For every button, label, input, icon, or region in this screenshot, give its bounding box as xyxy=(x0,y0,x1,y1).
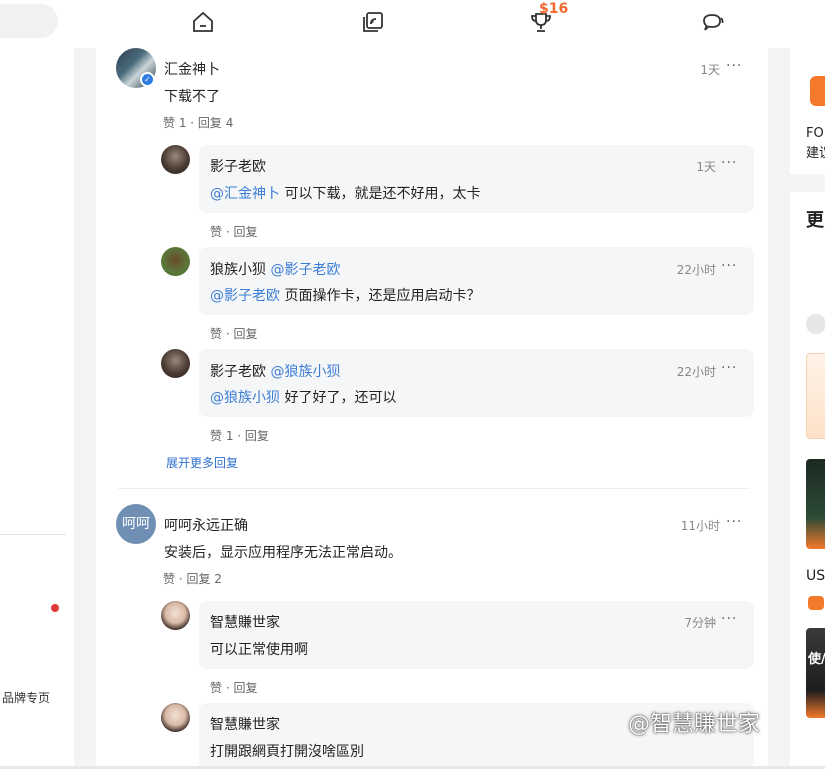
more-options-icon[interactable]: ··· xyxy=(721,258,737,274)
thumbnail[interactable] xyxy=(806,314,825,334)
left-sidebar: 品牌专页 xyxy=(0,48,74,769)
section-heading: 更 xyxy=(806,210,824,231)
like-button[interactable]: 赞 1 xyxy=(210,429,233,443)
notification-dot xyxy=(51,604,59,612)
like-button[interactable]: 赞 xyxy=(210,327,222,341)
verified-icon: ✓ xyxy=(140,72,155,87)
reply-username[interactable]: 狼族小狈 @影子老欧 xyxy=(210,259,340,279)
app-logo-icon[interactable] xyxy=(810,76,825,106)
reply-text: @影子老欧 页面操作卡，还是应用启动卡？ xyxy=(210,288,481,304)
reply-button[interactable]: 回复 xyxy=(233,327,257,341)
reward-badge: $16 xyxy=(539,1,569,17)
mention-link[interactable]: @影子老欧 xyxy=(210,288,280,304)
reply-time: 7分钟 xyxy=(684,616,716,630)
comment-text: 安装后，显示应用程序无法正常启动。 xyxy=(164,545,402,561)
reply-username[interactable]: 影子老欧 @狼族小狈 xyxy=(210,361,340,381)
comment-time: 11小时 xyxy=(680,519,720,533)
reply-button[interactable]: 回复 xyxy=(245,429,269,443)
avatar[interactable]: 呵呵 xyxy=(116,504,156,544)
reply-button[interactable]: 回复 xyxy=(233,225,257,239)
more-options-icon[interactable]: ··· xyxy=(721,155,737,171)
expand-more-replies-link[interactable]: 展开更多回复 xyxy=(166,454,238,471)
promo-banner[interactable] xyxy=(806,353,825,439)
mention-link[interactable]: @影子老欧 xyxy=(270,262,340,278)
like-button[interactable]: 赞 1 xyxy=(163,116,186,130)
comment-username[interactable]: 呵呵永远正确 xyxy=(164,515,248,535)
reply-button[interactable]: 回复 4 xyxy=(198,116,233,130)
divider xyxy=(0,534,66,535)
reply-username[interactable]: 智慧賺世家 xyxy=(210,612,280,632)
reply-text: @汇金神卜 可以下载，就是还不好用，太卡 xyxy=(210,186,481,202)
comment-username[interactable]: 汇金神卜 xyxy=(164,59,220,79)
app-logo-icon[interactable] xyxy=(808,596,824,610)
home-icon[interactable] xyxy=(190,9,216,35)
like-button[interactable]: 赞 xyxy=(210,225,222,239)
reply-actions: 赞 · 回复 xyxy=(210,681,258,695)
cast-icon[interactable] xyxy=(360,9,386,35)
reply-time: 22小时 xyxy=(676,263,716,277)
more-options-icon[interactable]: ··· xyxy=(726,514,742,530)
comment-actions: 赞 · 回复 2 xyxy=(163,572,222,586)
mention-link[interactable]: @狼族小狈 xyxy=(210,390,280,406)
reply-text: 可以正常使用啊 xyxy=(210,642,308,658)
avatar[interactable] xyxy=(161,349,190,378)
more-options-icon[interactable]: ··· xyxy=(721,360,737,376)
thumbnail[interactable] xyxy=(806,628,825,718)
reply-time: 22小时 xyxy=(676,365,716,379)
search-input[interactable] xyxy=(0,4,58,38)
avatar[interactable] xyxy=(161,601,190,630)
right-card-text: US xyxy=(806,568,825,584)
avatar[interactable] xyxy=(161,145,190,174)
more-options-icon[interactable]: ··· xyxy=(721,611,737,627)
comment-time: 1天 xyxy=(700,63,720,77)
avatar[interactable] xyxy=(161,247,190,276)
watermark: @智慧賺世家 xyxy=(628,712,761,737)
reply-username[interactable]: 智慧賺世家 xyxy=(210,714,280,734)
comment-actions: 赞 1 · 回复 4 xyxy=(163,116,234,130)
more-options-icon[interactable]: ··· xyxy=(726,58,742,74)
brand-page-link[interactable]: 品牌专页 xyxy=(2,689,50,706)
reply-button[interactable]: 回复 2 xyxy=(186,572,221,586)
reply-time: 1天 xyxy=(696,160,716,174)
mention-link[interactable]: @汇金神卜 xyxy=(210,186,280,202)
thumbnail[interactable] xyxy=(806,459,825,549)
reply-actions: 赞 · 回复 xyxy=(210,327,258,341)
reply-username[interactable]: 影子老欧 xyxy=(210,156,266,176)
like-button[interactable]: 赞 xyxy=(210,681,222,695)
divider xyxy=(118,488,750,489)
avatar[interactable] xyxy=(161,703,190,732)
top-bar: $16 xyxy=(0,0,825,48)
reply-text: 打開跟網頁打開沒啥區別 xyxy=(210,744,364,760)
mention-link[interactable]: @狼族小狈 xyxy=(270,364,340,380)
right-card-text: 建议 xyxy=(806,146,825,161)
right-card-text: 使/ xyxy=(808,652,825,667)
comment-text: 下载不了 xyxy=(164,89,220,105)
reply-actions: 赞 · 回复 xyxy=(210,225,258,239)
right-card-text: FOI xyxy=(806,126,825,141)
reply-actions: 赞 1 · 回复 xyxy=(210,429,269,443)
like-button[interactable]: 赞 xyxy=(163,572,175,586)
chat-icon[interactable] xyxy=(700,9,726,35)
reply-button[interactable]: 回复 xyxy=(233,681,257,695)
reply-text: @狼族小狈 好了好了，还可以 xyxy=(210,390,397,406)
